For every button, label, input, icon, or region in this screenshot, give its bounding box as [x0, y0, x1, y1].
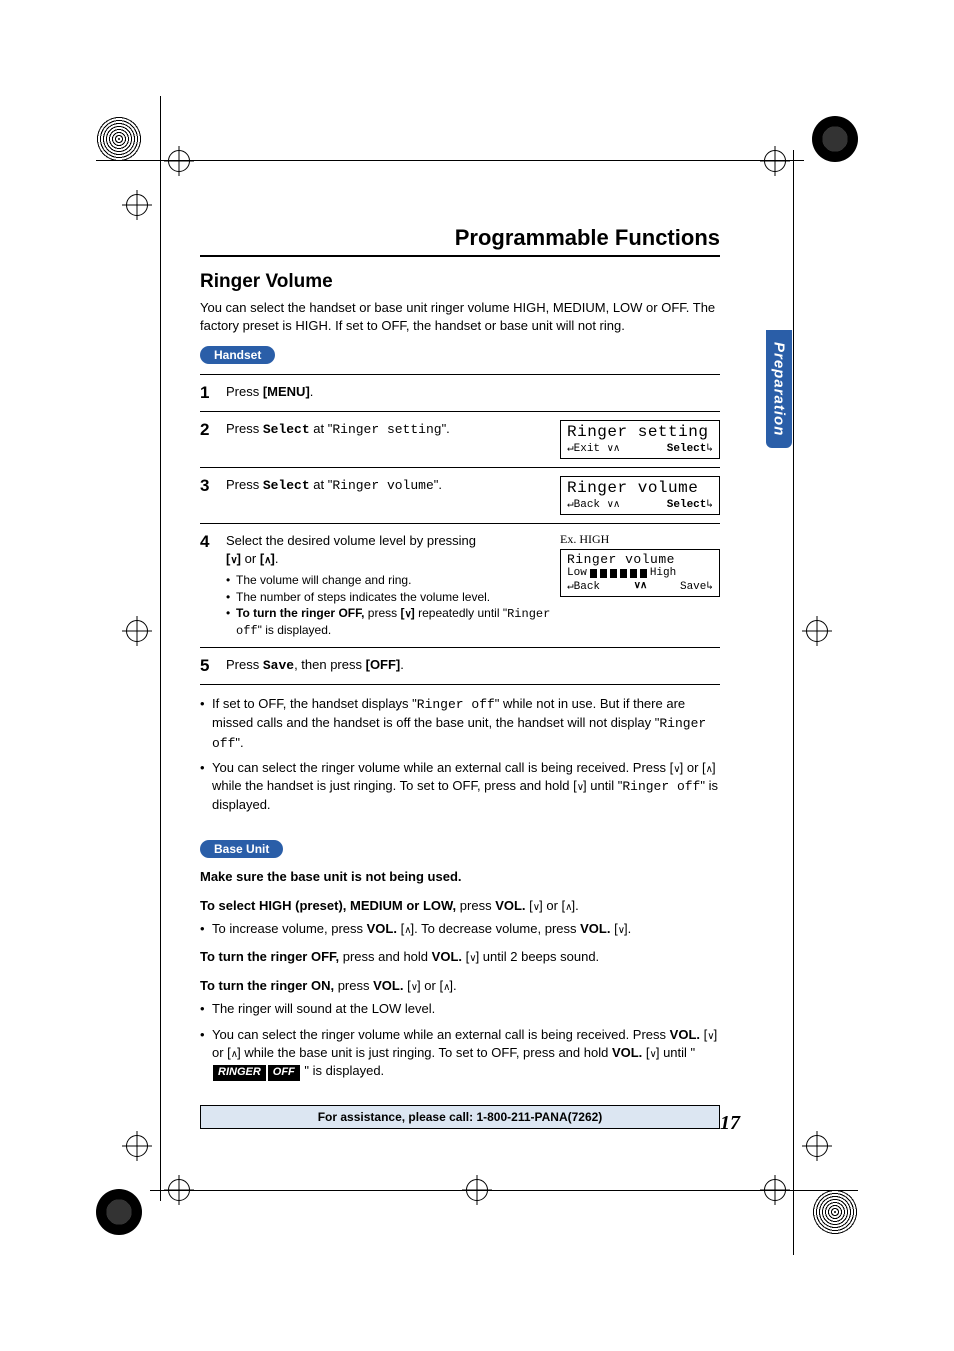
inverse-badge: OFF — [268, 1065, 300, 1080]
step-row: 2 Press Select at "Ringer setting". Ring… — [200, 412, 720, 468]
page-content: Programmable Functions Ringer Volume You… — [200, 225, 720, 1129]
crosshair-icon — [122, 616, 152, 646]
step-text: Press [MENU]. — [226, 383, 720, 401]
lcd-line1: Ringer volume — [567, 479, 713, 497]
crosshair-icon — [164, 146, 194, 176]
step-text: Select the desired volume level by press… — [226, 532, 552, 639]
substep: To turn the ringer OFF, press [∨] repeat… — [226, 605, 552, 639]
crosshair-icon — [122, 190, 152, 220]
note: You can select the ringer volume while a… — [200, 759, 720, 815]
crosshair-icon — [802, 1131, 832, 1161]
substep: The volume will change and ring. — [226, 572, 552, 588]
step-number: 4 — [200, 532, 218, 552]
lcd-right-label: Save↳ — [680, 579, 713, 593]
base-line: To turn the ringer ON, press VOL. [∨] or… — [200, 977, 720, 996]
base-line: Make sure the base unit is not being use… — [200, 868, 720, 887]
example-label: Ex. HIGH — [560, 532, 720, 547]
crop-line — [150, 1190, 858, 1191]
print-registration-ring — [96, 116, 142, 162]
print-registration-dot — [96, 1189, 142, 1235]
step-text: Press Save, then press [OFF]. — [226, 656, 720, 675]
steps-list: 1 Press [MENU]. 2 Press Select at "Ringe… — [200, 374, 720, 685]
step-text: Press Select at "Ringer setting". — [226, 420, 552, 439]
note: If set to OFF, the handset displays "Rin… — [200, 695, 720, 753]
notes-list: If set to OFF, the handset displays "Rin… — [200, 695, 720, 814]
crosshair-icon — [164, 1175, 194, 1205]
section-intro: You can select the handset or base unit … — [200, 299, 720, 334]
crosshair-icon — [760, 146, 790, 176]
step-text: Press Select at "Ringer volume". — [226, 476, 552, 495]
section-title: Ringer Volume — [200, 271, 720, 293]
step-row: 3 Press Select at "Ringer volume". Ringe… — [200, 468, 720, 524]
crosshair-icon — [760, 1175, 790, 1205]
step-row: 4 Select the desired volume level by pre… — [200, 524, 720, 648]
page-number: 17 — [720, 1112, 740, 1135]
section-tab-label: Preparation — [771, 342, 788, 436]
lcd-left-label: ↵Exit ∨∧ — [567, 441, 619, 455]
substep: The number of steps indicates the volume… — [226, 589, 552, 605]
baseunit-pill: Base Unit — [200, 840, 283, 858]
lcd-display: Ringer setting ↵Exit ∨∧ Select↳ — [560, 420, 720, 459]
lcd-left-label: ↵Back ∨∧ — [567, 497, 619, 511]
page-header: Programmable Functions — [200, 225, 720, 257]
lcd-right-label: Select↳ — [667, 441, 713, 455]
base-line: You can select the ringer volume while a… — [200, 1026, 720, 1081]
step-number: 1 — [200, 383, 218, 403]
lcd-right-label: Select↳ — [667, 497, 713, 511]
base-line: To select HIGH (preset), MEDIUM or LOW, … — [200, 897, 720, 916]
step-number: 2 — [200, 420, 218, 440]
inverse-badge: RINGER — [213, 1065, 266, 1080]
print-registration-ring — [812, 1189, 858, 1235]
base-line: The ringer will sound at the LOW level. — [200, 1000, 720, 1018]
crosshair-icon — [802, 616, 832, 646]
step-number: 3 — [200, 476, 218, 496]
lcd-display: Ringer volume ↵Back ∨∧ Select↳ — [560, 476, 720, 515]
base-unit-section: Base Unit Make sure the base unit is not… — [200, 840, 720, 1081]
crosshair-icon — [462, 1175, 492, 1205]
lcd-display: Ex. HIGH Ringer volume Low High ↵Back ∨∧… — [560, 532, 720, 597]
footer-assistance: For assistance, please call: 1-800-211-P… — [200, 1105, 720, 1129]
print-registration-dot — [812, 116, 858, 162]
crop-line — [793, 150, 794, 1255]
base-line: To turn the ringer OFF, press and hold V… — [200, 948, 720, 967]
lcd-line1: Ringer volume — [567, 552, 713, 567]
crop-line — [160, 96, 161, 1201]
lcd-line1: Ringer setting — [567, 423, 713, 441]
step-row: 1 Press [MENU]. — [200, 374, 720, 412]
step-row: 5 Press Save, then press [OFF]. — [200, 648, 720, 685]
crop-line — [96, 160, 804, 161]
step-number: 5 — [200, 656, 218, 676]
handset-pill: Handset — [200, 346, 275, 364]
volume-bar: Low High — [567, 567, 713, 579]
lcd-left-label: ↵Back — [567, 579, 600, 593]
crosshair-icon — [122, 1131, 152, 1161]
base-line: To increase volume, press VOL. [∧]. To d… — [200, 920, 720, 938]
section-tab: Preparation — [766, 330, 792, 448]
